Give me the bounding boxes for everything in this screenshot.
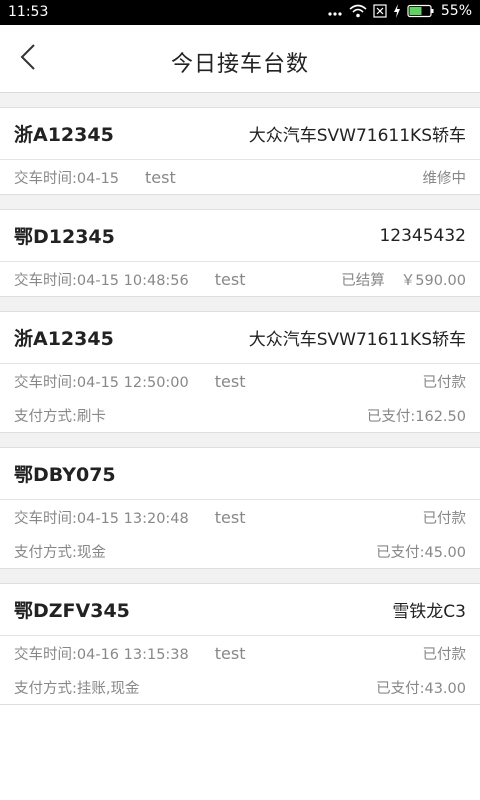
payment-row: 支付方式:现金 已支付:45.00 bbox=[0, 534, 480, 568]
plate-number: 鄂D12345 bbox=[14, 226, 115, 248]
delivery-row: 交车时间:04-15 10:48:56 test 已结算 ￥590.00 bbox=[0, 262, 480, 296]
delivery-time: 交车时间:04-15 12:50:00 bbox=[14, 374, 189, 391]
order-price: ￥590.00 bbox=[400, 272, 466, 289]
battery-icon bbox=[407, 4, 435, 18]
order-status: 已付款 bbox=[422, 374, 467, 391]
order-card[interactable]: 鄂DZFV345 雪铁龙C3 交车时间:04-16 13:15:38 test … bbox=[0, 584, 480, 705]
status-icons: 55% bbox=[327, 3, 472, 19]
order-card[interactable]: 鄂D12345 12345432 交车时间:04-15 10:48:56 tes… bbox=[0, 210, 480, 297]
page-title: 今日接车台数 bbox=[170, 52, 309, 77]
charging-icon bbox=[393, 4, 401, 18]
card-header: 浙A12345 大众汽车SVW71611KS轿车 bbox=[0, 312, 480, 364]
payment-row: 支付方式:挂账,现金 已支付:43.00 bbox=[0, 670, 480, 704]
payment-method: 支付方式:刷卡 bbox=[14, 408, 106, 425]
delivery-row: 交车时间:04-15 13:20:48 test 已付款 bbox=[0, 500, 480, 534]
user-name: test bbox=[214, 643, 246, 663]
order-status: 维修中 bbox=[422, 170, 467, 187]
payment-method: 支付方式:挂账,现金 bbox=[14, 680, 140, 697]
order-status: 已付款 bbox=[422, 646, 467, 663]
car-model: 大众汽车SVW71611KS轿车 bbox=[248, 126, 466, 146]
order-status: 已付款 bbox=[422, 510, 467, 527]
delivery-row: 交车时间:04-16 13:15:38 test 已付款 bbox=[0, 636, 480, 670]
order-card[interactable]: 浙A12345 大众汽车SVW71611KS轿车 交车时间:04-15 12:5… bbox=[0, 312, 480, 433]
dots-icon bbox=[327, 4, 343, 18]
delivery-time: 交车时间:04-15 13:20:48 bbox=[14, 510, 189, 527]
list-gap bbox=[0, 297, 480, 312]
list-gap bbox=[0, 93, 480, 108]
status-time: 11:53 bbox=[8, 4, 49, 20]
order-card[interactable]: 浙A12345 大众汽车SVW71611KS轿车 交车时间:04-15 test… bbox=[0, 108, 480, 195]
status-bar: 11:53 55% bbox=[0, 0, 480, 25]
delivery-time: 交车时间:04-15 10:48:56 bbox=[14, 272, 189, 289]
payment-row: 支付方式:刷卡 已支付:162.50 bbox=[0, 398, 480, 432]
sim-icon bbox=[373, 4, 387, 18]
plate-number: 鄂DBY075 bbox=[14, 464, 116, 486]
delivery-row: 交车时间:04-15 12:50:00 test 已付款 bbox=[0, 364, 480, 398]
user-name: test bbox=[214, 371, 246, 391]
delivery-time: 交车时间:04-16 13:15:38 bbox=[14, 646, 189, 663]
delivery-row: 交车时间:04-15 test 维修中 bbox=[0, 160, 480, 194]
user-name: test bbox=[214, 269, 246, 289]
car-model: 12345432 bbox=[379, 225, 466, 246]
order-card[interactable]: 鄂DBY075 交车时间:04-15 13:20:48 test 已付款 支付方… bbox=[0, 448, 480, 569]
list-gap bbox=[0, 433, 480, 448]
list-gap bbox=[0, 569, 480, 584]
plate-number: 浙A12345 bbox=[14, 328, 114, 350]
card-header: 鄂D12345 12345432 bbox=[0, 210, 480, 262]
car-model: 大众汽车SVW71611KS轿车 bbox=[248, 330, 466, 350]
delivery-time: 交车时间:04-15 bbox=[14, 170, 120, 187]
order-list: 浙A12345 大众汽车SVW71611KS轿车 交车时间:04-15 test… bbox=[0, 93, 480, 705]
wifi-icon bbox=[349, 4, 367, 18]
card-header: 浙A12345 大众汽车SVW71611KS轿车 bbox=[0, 108, 480, 160]
plate-number: 浙A12345 bbox=[14, 124, 114, 146]
paid-amount: 已支付:43.00 bbox=[376, 680, 466, 697]
payment-method: 支付方式:现金 bbox=[14, 544, 106, 561]
order-status: 已结算 bbox=[341, 272, 385, 289]
card-header: 鄂DZFV345 雪铁龙C3 bbox=[0, 584, 480, 636]
car-model: 雪铁龙C3 bbox=[392, 602, 466, 622]
list-gap bbox=[0, 195, 480, 210]
paid-amount: 已支付:162.50 bbox=[366, 408, 466, 425]
user-name: test bbox=[214, 507, 246, 527]
paid-amount: 已支付:45.00 bbox=[376, 544, 466, 561]
plate-number: 鄂DZFV345 bbox=[14, 600, 130, 622]
user-name: test bbox=[145, 167, 176, 187]
battery-percent: 55% bbox=[440, 3, 472, 19]
card-header: 鄂DBY075 bbox=[0, 448, 480, 500]
page-header: 今日接车台数 bbox=[0, 25, 480, 93]
